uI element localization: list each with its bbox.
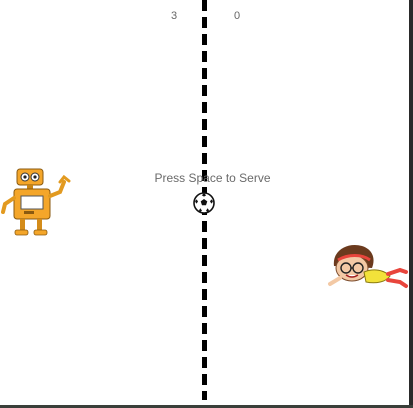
serve-prompt: Press Space to Serve bbox=[154, 171, 271, 185]
robot-paddle bbox=[1, 168, 71, 236]
flying-kid-paddle bbox=[328, 244, 408, 288]
right-score: 0 bbox=[234, 10, 241, 22]
game-stage[interactable]: 3 0 Press Space to Serve bbox=[0, 0, 413, 408]
left-score: 3 bbox=[171, 10, 178, 22]
soccer-ball-icon bbox=[193, 192, 215, 214]
